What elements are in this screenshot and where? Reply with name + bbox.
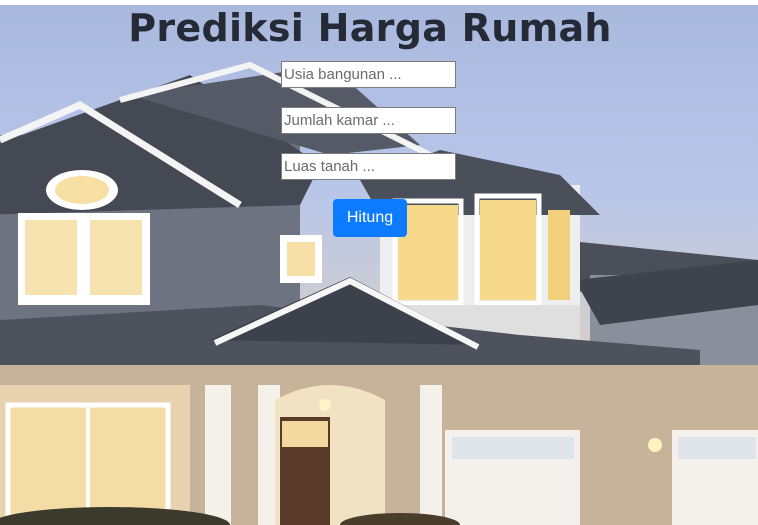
hitung-button[interactable]: Hitung <box>333 199 407 237</box>
luas-tanah-input[interactable] <box>281 153 456 180</box>
jumlah-kamar-input[interactable] <box>281 107 456 134</box>
usia-bangunan-input[interactable] <box>281 61 456 88</box>
page-title: Prediksi Harga Rumah <box>128 6 612 50</box>
